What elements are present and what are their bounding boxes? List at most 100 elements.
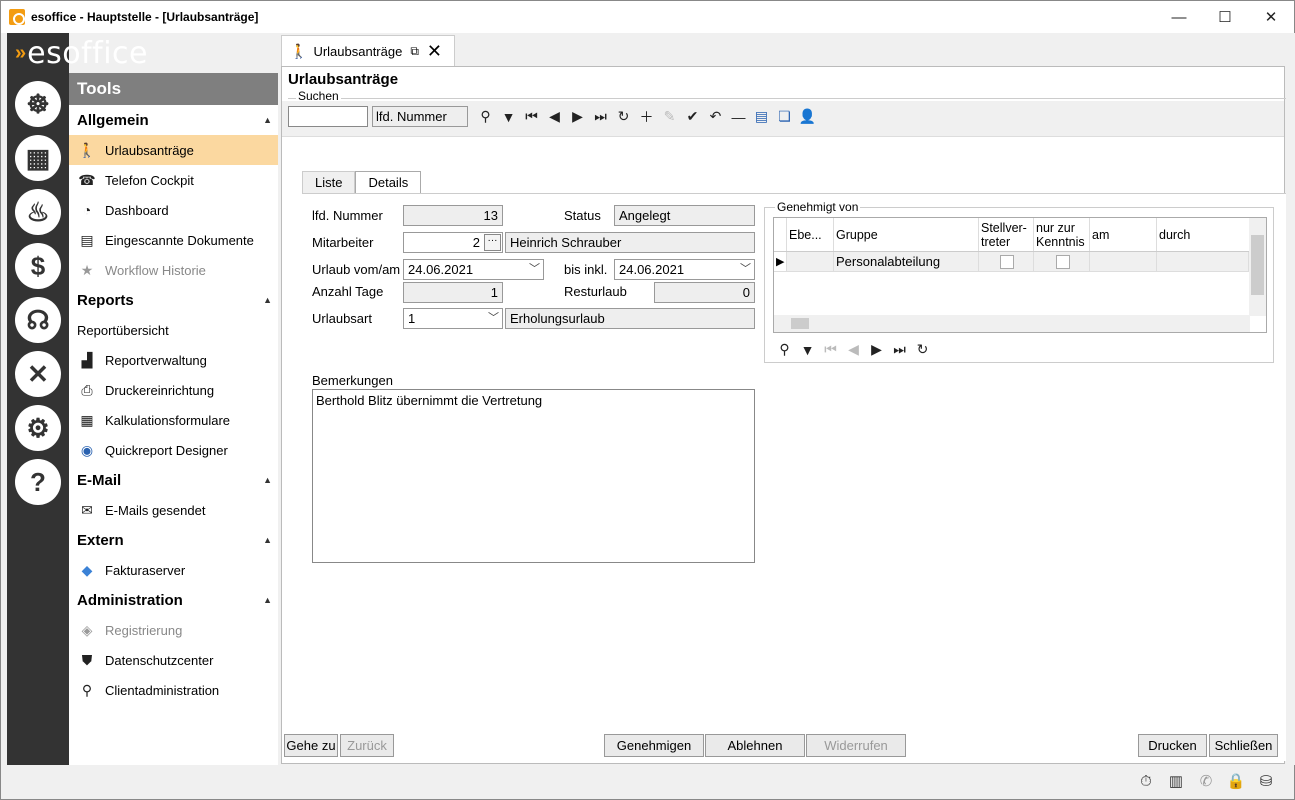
cell-stellvertreter[interactable]: [979, 252, 1034, 272]
collapse-caret-icon: ▲: [263, 475, 272, 485]
section-administration[interactable]: Administration ▲: [69, 585, 278, 615]
sidebar-item-telefon-cockpit[interactable]: ☎ Telefon Cockpit: [69, 165, 278, 195]
designer-icon: ◉: [80, 441, 94, 458]
sidebar-item-workflow-historie[interactable]: ★ Workflow Historie: [69, 255, 278, 285]
sidebar-item-fakturaserver[interactable]: ◆ Fakturaserver: [69, 555, 278, 585]
first-record-icon[interactable]: ⏮: [819, 339, 842, 360]
search-field-select[interactable]: lfd. Nummer: [372, 106, 468, 127]
close-window-button[interactable]: ✕: [1248, 1, 1294, 33]
export-icon[interactable]: ▤: [750, 106, 773, 127]
table-row[interactable]: ▶ Personalabteilung: [774, 252, 1266, 272]
refresh-icon[interactable]: ↻: [612, 106, 635, 127]
sidebar-item-dashboard[interactable]: ◔ Dashboard: [69, 195, 278, 225]
building-icon[interactable]: ▥: [1161, 769, 1191, 793]
delete-icon[interactable]: —: [727, 106, 750, 127]
first-record-icon[interactable]: ⏮: [520, 106, 543, 127]
section-extern[interactable]: Extern ▲: [69, 525, 278, 555]
sidebar-item-registrierung[interactable]: ◈ Registrierung: [69, 615, 278, 645]
filter-icon[interactable]: ▼: [497, 106, 520, 127]
tab-liste[interactable]: Liste: [302, 171, 356, 193]
undo-icon[interactable]: ↶: [704, 106, 727, 127]
scroll-thumb[interactable]: [791, 318, 809, 329]
sidebar-item-druckereinrichtung[interactable]: ⎙ Druckereinrichtung: [69, 375, 278, 405]
col-kenntnis[interactable]: nur zur Kenntnis: [1034, 218, 1090, 251]
filter-icon[interactable]: ▼: [796, 339, 819, 360]
nav-tools-icon[interactable]: ✕: [15, 351, 61, 397]
user-icon[interactable]: 👤: [796, 106, 819, 127]
drucken-button[interactable]: Drucken: [1138, 734, 1207, 757]
copy-records-icon[interactable]: ❏: [773, 106, 796, 127]
col-am[interactable]: am: [1090, 218, 1157, 251]
minimize-button[interactable]: —: [1156, 1, 1202, 33]
section-allgemein[interactable]: Allgemein ▲: [69, 105, 278, 135]
sidebar-item-kalkulationsformulare[interactable]: ▦ Kalkulationsformulare: [69, 405, 278, 435]
nav-settings-icon[interactable]: ⚙: [15, 405, 61, 451]
phone-status-icon[interactable]: ✆: [1191, 769, 1221, 793]
nav-money-icon[interactable]: $: [15, 243, 61, 289]
urlaub-von-date-input[interactable]: 24.06.2021 ﹀: [403, 259, 544, 280]
col-ebene[interactable]: Ebe...: [787, 218, 834, 251]
genehmigen-button[interactable]: Genehmigen: [604, 734, 704, 757]
sidebar-item-clientadministration[interactable]: ⚲ Clientadministration: [69, 675, 278, 705]
kenntnis-checkbox[interactable]: [1055, 254, 1070, 269]
cell-gruppe[interactable]: Personalabteilung: [834, 252, 979, 272]
search-input[interactable]: [288, 106, 368, 127]
sidebar-item-reportverwaltung[interactable]: ▟ Reportverwaltung: [69, 345, 278, 375]
gehe-zu-button[interactable]: Gehe zu: [284, 734, 338, 757]
cell-kenntnis[interactable]: [1034, 252, 1090, 272]
schliessen-button[interactable]: Schließen: [1209, 734, 1278, 757]
lock-icon[interactable]: 🔒: [1221, 769, 1251, 793]
sidebar-item-reportuebersicht[interactable]: Reportübersicht: [69, 315, 278, 345]
last-record-icon[interactable]: ⏭: [888, 339, 911, 360]
save-check-icon[interactable]: ✔: [681, 106, 704, 127]
col-stellvertreter[interactable]: Stellver-treter: [979, 218, 1034, 251]
sidebar-item-eingescannte-dokumente[interactable]: ▤ Eingescannte Dokumente: [69, 225, 278, 255]
refresh-icon[interactable]: ↻: [911, 339, 934, 360]
tab-details[interactable]: Details: [355, 171, 422, 193]
external-window-icon[interactable]: ⧉: [410, 44, 419, 59]
stopwatch-icon[interactable]: ⏱: [1131, 769, 1161, 793]
sidebar-item-emails-gesendet[interactable]: ✉ E-Mails gesendet: [69, 495, 278, 525]
add-icon[interactable]: ＋: [635, 106, 658, 127]
section-reports[interactable]: Reports ▲: [69, 285, 278, 315]
nav-support-icon[interactable]: ☊: [15, 297, 61, 343]
col-durch[interactable]: durch: [1157, 218, 1249, 251]
sidebar-item-quickreport-designer[interactable]: ◉ Quickreport Designer: [69, 435, 278, 465]
stellvertreter-checkbox[interactable]: [1000, 254, 1014, 269]
bis-date-input[interactable]: 24.06.2021 ﹀: [614, 259, 755, 280]
section-email[interactable]: E-Mail ▲: [69, 465, 278, 495]
prev-record-icon[interactable]: ◀: [543, 106, 566, 127]
mitarbeiter-lookup-button[interactable]: ···: [484, 234, 501, 251]
cell-am[interactable]: [1090, 252, 1157, 272]
nav-help-icon[interactable]: ?: [15, 459, 61, 505]
next-record-icon[interactable]: ▶: [865, 339, 888, 360]
last-record-icon[interactable]: ⏭: [589, 106, 612, 127]
maximize-button[interactable]: ☐: [1202, 1, 1248, 33]
next-record-icon[interactable]: ▶: [566, 106, 589, 127]
urlaubsart-select[interactable]: 1 ﹀: [403, 308, 503, 329]
grid-vertical-scrollbar[interactable]: [1249, 218, 1266, 316]
sidebar-item-label: E-Mails gesendet: [105, 502, 206, 518]
approval-legend: Genehmigt von: [775, 200, 861, 214]
cell-durch[interactable]: [1157, 252, 1249, 272]
edit-icon[interactable]: ✎: [658, 106, 681, 127]
sidebar-item-datenschutzcenter[interactable]: ⛊ Datenschutzcenter: [69, 645, 278, 675]
bemerkungen-textarea[interactable]: Berthold Blitz übernimmt die Vertretung: [312, 389, 755, 563]
database-icon[interactable]: ⛁: [1251, 769, 1281, 793]
tab-urlaubsantraege[interactable]: 🚶 Urlaubsanträge ⧉ ✕: [281, 35, 455, 66]
scroll-thumb[interactable]: [1251, 235, 1264, 295]
prev-record-icon[interactable]: ◀: [842, 339, 865, 360]
zurueck-button[interactable]: Zurück: [340, 734, 394, 757]
nav-helm-icon[interactable]: ☸: [15, 81, 61, 127]
nav-alarm-icon[interactable]: ♨: [15, 189, 61, 235]
cell-ebene[interactable]: [787, 252, 834, 272]
widerrufen-button[interactable]: Widerrufen: [806, 734, 906, 757]
sidebar-item-urlaubsantraege[interactable]: 🚶 Urlaubsanträge: [69, 135, 278, 165]
search-icon[interactable]: ⚲: [474, 106, 497, 127]
search-icon[interactable]: ⚲: [773, 339, 796, 360]
grid-horizontal-scrollbar[interactable]: [774, 315, 1250, 332]
col-gruppe[interactable]: Gruppe: [834, 218, 979, 251]
nav-calendar-icon[interactable]: ▦: [15, 135, 61, 181]
ablehnen-button[interactable]: Ablehnen: [705, 734, 805, 757]
close-tab-icon[interactable]: ✕: [427, 41, 442, 62]
